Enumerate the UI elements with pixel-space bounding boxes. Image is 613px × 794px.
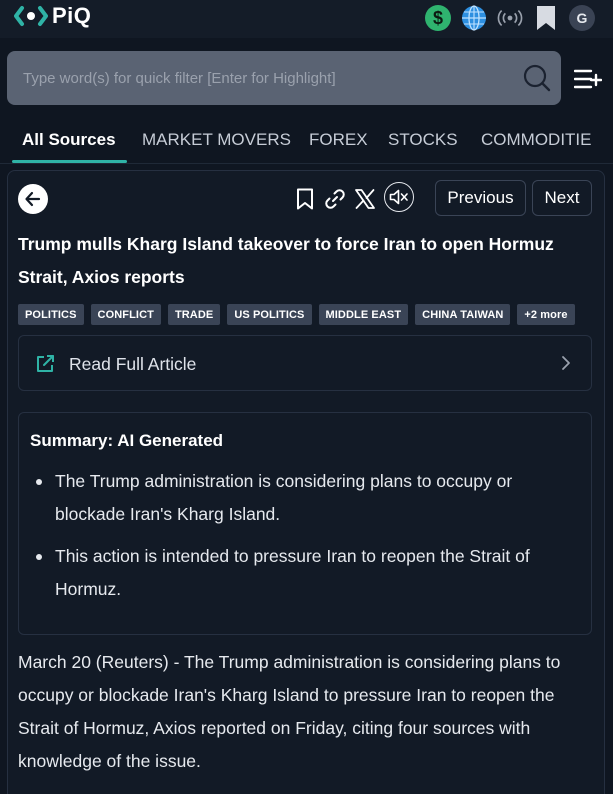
tag-china-taiwan[interactable]: CHINA TAIWAN [415, 304, 511, 325]
bookmark-icon[interactable] [533, 5, 559, 31]
mute-icon [389, 189, 408, 205]
tab-all-sources[interactable]: All Sources [22, 130, 116, 150]
piq-logo[interactable]: PiQ [14, 2, 91, 30]
bullet-dot [36, 554, 42, 560]
search-input[interactable] [23, 51, 503, 105]
tab-stocks[interactable]: STOCKS [388, 130, 458, 150]
globe-icon[interactable] [461, 5, 487, 31]
filter-menu-icon[interactable] [574, 66, 602, 92]
logo-text: PiQ [52, 3, 92, 28]
tag-list: POLITICS CONFLICT TRADE US POLITICS MIDD… [18, 304, 575, 325]
summary-title: Summary: AI Generated [30, 431, 224, 450]
tag-middle-east[interactable]: MIDDLE EAST [318, 304, 409, 325]
ai-summary: Summary: AI Generated The Trump administ… [18, 412, 592, 635]
external-link-icon [37, 355, 54, 372]
article-body: March 20 (Reuters) - The Trump administr… [18, 652, 561, 771]
tab-forex[interactable]: FOREX [309, 130, 368, 150]
logo-mark-icon [14, 6, 48, 26]
chevron-right-icon [562, 356, 570, 370]
avatar[interactable]: G [569, 5, 595, 31]
tag-politics[interactable]: POLITICS [18, 304, 84, 325]
summary-bullet-text: The Trump administration is considering … [55, 471, 513, 524]
bullet-dot [36, 479, 42, 485]
next-button[interactable]: Next [532, 180, 592, 216]
tag-conflict[interactable]: CONFLICT [90, 304, 161, 325]
mute-button[interactable] [384, 182, 414, 212]
summary-bullet: This action is intended to pressure Iran… [30, 540, 570, 606]
top-bar: PiQ $ G [0, 0, 613, 38]
tab-divider [0, 163, 613, 164]
tag-more[interactable]: +2 more [517, 304, 575, 325]
category-tabs: All Sources MARKET MOVERS FOREX STOCKS C… [0, 122, 613, 164]
bookmark-icon[interactable] [292, 186, 318, 212]
tag-trade[interactable]: TRADE [167, 304, 221, 325]
tab-market-movers[interactable]: MARKET MOVERS [142, 130, 291, 150]
tab-commodities[interactable]: COMMODITIE [481, 130, 592, 150]
summary-bullets: The Trump administration is considering … [30, 465, 570, 615]
dollar-icon[interactable]: $ [425, 5, 451, 31]
link-icon[interactable] [322, 186, 348, 212]
article-headline: Trump mulls Kharg Island takeover to for… [18, 234, 554, 287]
read-full-article-label: Read Full Article [69, 354, 197, 374]
read-full-article-button[interactable]: Read Full Article [18, 335, 592, 391]
tag-us-politics[interactable]: US POLITICS [227, 304, 312, 325]
summary-bullet: The Trump administration is considering … [30, 465, 570, 531]
x-share-icon[interactable] [352, 186, 378, 212]
back-button[interactable] [18, 184, 48, 214]
back-arrow-icon [25, 191, 41, 207]
previous-button[interactable]: Previous [435, 180, 526, 216]
search-icon[interactable] [523, 64, 551, 92]
summary-bullet-text: This action is intended to pressure Iran… [55, 546, 530, 599]
search-bar [7, 51, 561, 105]
broadcast-icon[interactable] [497, 5, 523, 31]
